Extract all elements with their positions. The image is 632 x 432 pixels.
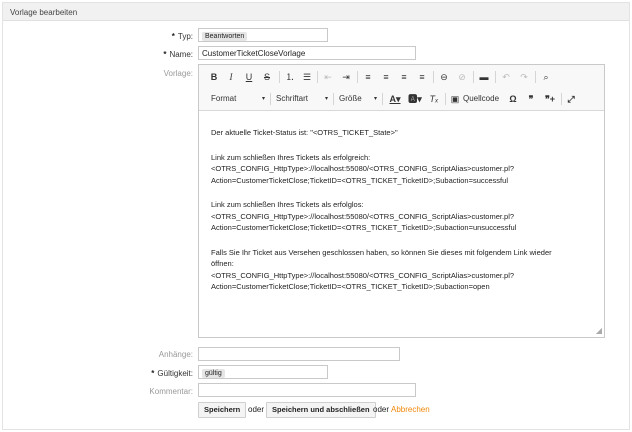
comment-label: Kommentar: bbox=[149, 387, 193, 396]
align-left-icon[interactable]: ≡ bbox=[362, 70, 374, 84]
blockquote-icon[interactable]: ❞ bbox=[525, 92, 537, 106]
panel-title: Vorlage bearbeiten bbox=[3, 3, 629, 21]
indent-icon[interactable]: ⇥ bbox=[340, 70, 352, 84]
redo-icon[interactable]: ↷ bbox=[518, 70, 530, 84]
comment-input[interactable] bbox=[198, 383, 416, 397]
remove-format-icon[interactable]: Tₓ bbox=[428, 92, 440, 106]
font-dropdown[interactable]: Schriftart ▾ bbox=[276, 92, 328, 106]
save-button[interactable]: Speichern bbox=[198, 402, 247, 418]
editor-toolbar: B I U S ⒈ ☰ ⇤ ⇥ ≡ ≡ ≡ ≡ ⊖ ⊘ ▬ ↶ ↷ ⌕ Form… bbox=[199, 65, 604, 111]
search-icon[interactable]: ⌕ bbox=[540, 70, 552, 84]
attachments-label: Anhänge: bbox=[158, 350, 193, 359]
name-input[interactable]: CustomerTicketCloseVorlage bbox=[198, 46, 416, 60]
validity-select[interactable]: gültig bbox=[198, 365, 328, 379]
or-text: oder bbox=[373, 405, 390, 414]
editor-content[interactable]: Der aktuelle Ticket-Status ist: "<OTRS_T… bbox=[211, 127, 596, 293]
bulleted-list-icon[interactable]: ☰ bbox=[301, 70, 313, 84]
content-line: <OTRS_CONFIG_HttpType>://localhost:55080… bbox=[211, 211, 515, 221]
content-line: <OTRS_CONFIG_HttpType>://localhost:55080… bbox=[211, 164, 515, 173]
split-quote-icon[interactable]: ❞+ bbox=[543, 92, 557, 106]
special-char-icon[interactable]: Ω bbox=[507, 92, 519, 106]
content-line: Action=CustomerTicketClose;TicketID=<OTR… bbox=[211, 175, 508, 185]
source-icon[interactable]: ▣ bbox=[449, 92, 461, 106]
content-line: <OTRS_CONFIG_HttpType>://localhost:55080… bbox=[211, 270, 515, 280]
horizontal-rule-icon[interactable]: ▬ bbox=[478, 70, 490, 84]
chevron-down-icon: ▾ bbox=[373, 96, 377, 102]
background-color-icon[interactable]: 🅰▾ bbox=[407, 92, 423, 106]
type-select[interactable]: Beantworten bbox=[198, 28, 328, 42]
required-star: * bbox=[171, 32, 175, 41]
validity-chip[interactable]: gültig bbox=[202, 369, 225, 378]
align-center-icon[interactable]: ≡ bbox=[380, 70, 392, 84]
text-color-icon[interactable]: A▾ bbox=[387, 92, 403, 106]
type-label: * Typ: bbox=[171, 32, 193, 41]
save-and-finish-button[interactable]: Speichern und abschließen bbox=[266, 402, 376, 418]
content-line: Der aktuelle Ticket-Status ist: "<OTRS_T… bbox=[211, 128, 398, 137]
link-icon[interactable]: ⊖ bbox=[438, 70, 450, 84]
numbered-list-icon[interactable]: ⒈ bbox=[284, 70, 296, 84]
format-dropdown[interactable]: Format ▾ bbox=[211, 92, 265, 106]
content-line: Link zum schließen Ihres Tickets als erf… bbox=[211, 200, 364, 209]
italic-button[interactable]: I bbox=[225, 70, 237, 84]
resize-handle-icon[interactable]: ◢ bbox=[596, 326, 602, 335]
content-line: Falls Sie Ihr Ticket aus Versehen geschl… bbox=[211, 247, 552, 257]
maximize-icon[interactable]: ⤢ bbox=[565, 92, 577, 106]
or-text: oder bbox=[248, 405, 265, 414]
template-label: Vorlage: bbox=[163, 69, 193, 78]
chevron-down-icon: ▾ bbox=[324, 96, 328, 102]
required-star: * bbox=[163, 50, 167, 59]
size-dropdown[interactable]: Größe ▾ bbox=[339, 92, 377, 106]
content-line: Action=CustomerTicketClose;TicketID=<OTR… bbox=[211, 223, 517, 232]
strike-button[interactable]: S bbox=[261, 70, 273, 84]
rich-text-editor[interactable]: B I U S ⒈ ☰ ⇤ ⇥ ≡ ≡ ≡ ≡ ⊖ ⊘ ▬ ↶ ↷ ⌕ Form… bbox=[198, 64, 605, 338]
undo-icon[interactable]: ↶ bbox=[500, 70, 512, 84]
content-line: Link zum schließen Ihres Tickets als erf… bbox=[211, 152, 371, 162]
align-justify-icon[interactable]: ≡ bbox=[416, 70, 428, 84]
source-button[interactable]: Quellcode bbox=[463, 92, 503, 106]
outdent-icon[interactable]: ⇤ bbox=[322, 70, 334, 84]
required-star: * bbox=[151, 369, 155, 378]
align-right-icon[interactable]: ≡ bbox=[398, 70, 410, 84]
type-chip[interactable]: Beantworten bbox=[202, 32, 248, 41]
underline-button[interactable]: U bbox=[243, 70, 255, 84]
validity-label: * Gültigkeit: bbox=[151, 369, 193, 378]
content-line: Action=CustomerTicketClose;TicketID=<OTR… bbox=[211, 282, 490, 291]
name-label: * Name: bbox=[163, 50, 193, 59]
attachments-input[interactable] bbox=[198, 347, 400, 361]
content-line: öffnen: bbox=[211, 259, 234, 268]
chevron-down-icon: ▾ bbox=[261, 96, 265, 102]
cancel-link[interactable]: Abbrechen bbox=[391, 402, 430, 418]
bold-button[interactable]: B bbox=[208, 70, 220, 84]
unlink-icon[interactable]: ⊘ bbox=[456, 70, 468, 84]
